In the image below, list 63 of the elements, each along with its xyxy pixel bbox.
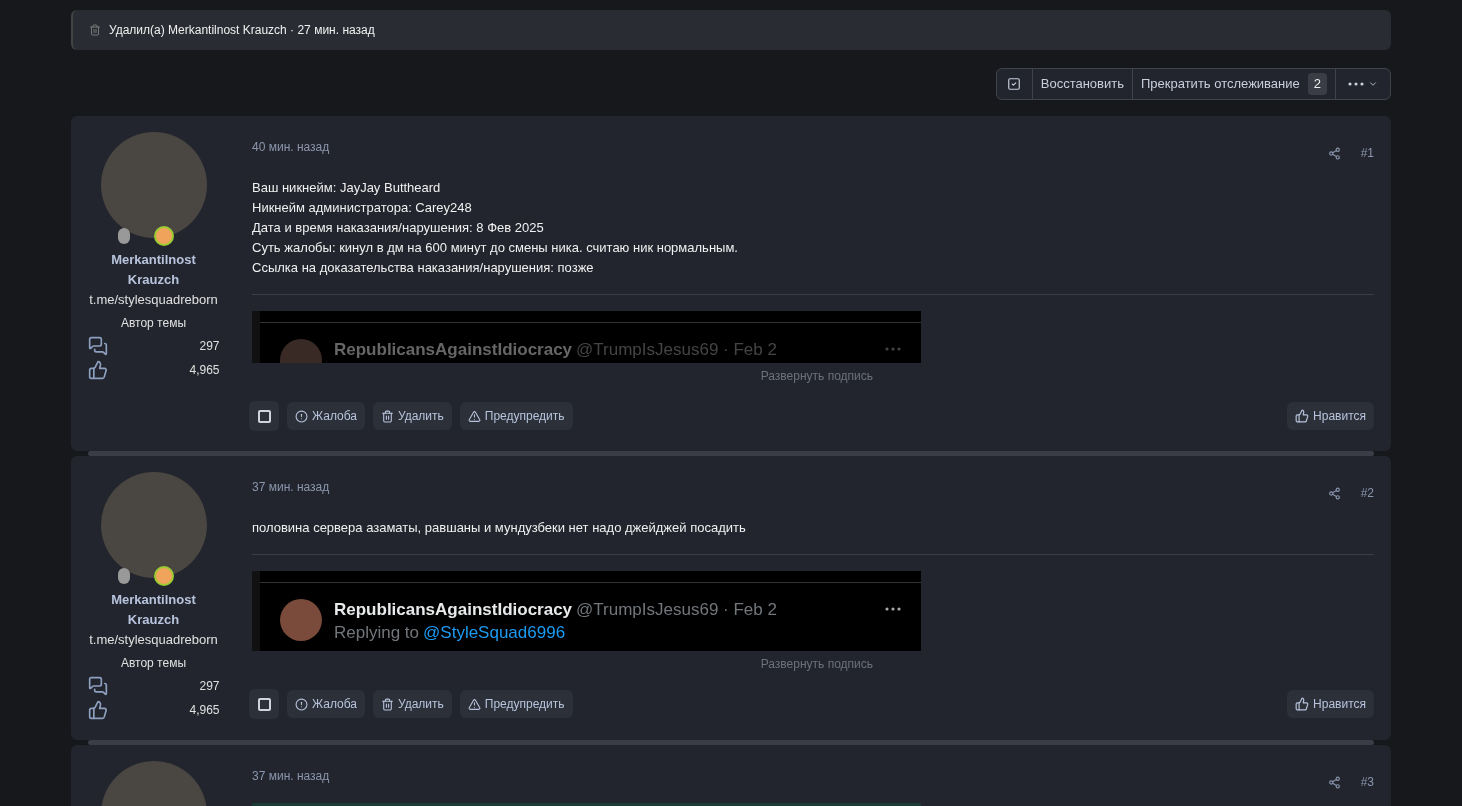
checkbox-icon xyxy=(1007,77,1022,91)
reaction-count: 4,965 xyxy=(189,362,220,379)
username: Merkantilnost Krauzch xyxy=(110,591,197,629)
warning-icon xyxy=(467,409,481,423)
post-number[interactable]: #3 xyxy=(1360,773,1374,791)
caret-icon xyxy=(1368,79,1378,89)
post-text-line: половина сервера азаматы, равшаны и мундузбеки нет надо джейджей посадить xyxy=(252,519,747,537)
post-number[interactable]: #1 xyxy=(1360,144,1374,162)
share-icon[interactable] xyxy=(1327,146,1341,160)
reply-label: Replying to xyxy=(334,622,420,644)
trash-icon xyxy=(381,409,394,423)
watch-count: 2 xyxy=(1307,73,1327,95)
thumbs-up-icon xyxy=(1295,697,1310,711)
unwatch-button[interactable]: Прекратить отслеживание 2 xyxy=(1133,69,1336,99)
post-action-button[interactable]: Предупредить xyxy=(459,402,573,430)
post-action-button[interactable]: Удалить xyxy=(373,402,452,430)
select-checkbox[interactable] xyxy=(257,409,271,423)
tweet-handle: @TrumpIsJesus69 · Feb 2 xyxy=(576,599,777,621)
post-number[interactable]: #2 xyxy=(1360,484,1374,502)
post-action-button[interactable]: Удалить xyxy=(373,690,452,718)
post-time[interactable]: 37 мин. назад xyxy=(252,478,330,496)
like-button[interactable]: Нравится xyxy=(1287,690,1374,718)
restore-button[interactable]: Восстановить xyxy=(1032,69,1133,99)
post-time[interactable]: 37 мин. назад xyxy=(252,767,330,785)
post-action-button[interactable]: Жалоба xyxy=(287,690,365,718)
share-icon[interactable] xyxy=(1327,775,1341,789)
more-icon xyxy=(885,347,901,351)
alert-circle-icon xyxy=(295,409,308,423)
message-count: 297 xyxy=(199,338,220,355)
post-text-line: Никнейм администратора: Carey248 xyxy=(252,199,473,217)
reaction-count: 4,965 xyxy=(189,702,220,719)
messages-icon xyxy=(87,336,108,356)
thread-author-label: Автор темы xyxy=(120,315,187,332)
post-text-line: Ваш никнейм: JayJay Buttheard xyxy=(252,179,442,197)
thumbs-up-icon xyxy=(87,700,108,720)
more-icon xyxy=(1348,82,1364,86)
post-text-line: Дата и время наказания/нарушения: 8 Фев 2025 xyxy=(252,219,545,237)
user-title: t.me/stylesquadreborn xyxy=(89,291,218,309)
post-text-line: Ссылка на доказательства наказания/нарушения: позже xyxy=(252,259,595,277)
post-action-button[interactable]: Жалоба xyxy=(287,402,365,430)
tweet-author: RepublicansAgainstIdiocracy xyxy=(334,339,573,361)
more-icon xyxy=(885,607,901,611)
deleted-notice-text: Удалил(а) Merkantilnost Krauzch · 27 мин. назад xyxy=(109,22,375,39)
post-text-line: Суть жалобы: кинул в дм на 600 минут до смены ника. считаю ник нормальным. xyxy=(252,239,739,257)
thread-author-label: Автор темы xyxy=(120,655,187,672)
thumbs-up-icon xyxy=(87,360,108,380)
alert-circle-icon xyxy=(295,697,308,711)
reply-mention: @StyleSquad6996 xyxy=(423,622,566,644)
username: Merkantilnost Krauzch xyxy=(110,251,197,289)
warning-icon xyxy=(467,697,481,711)
tweet-handle: @TrumpIsJesus69 · Feb 2 xyxy=(576,339,777,361)
messages-icon xyxy=(87,676,108,696)
post-time[interactable]: 40 мин. назад xyxy=(252,138,330,156)
tweet-author: RepublicansAgainstIdiocracy xyxy=(334,599,573,621)
like-button[interactable]: Нравится xyxy=(1287,402,1374,430)
post-action-button[interactable]: Предупредить xyxy=(459,690,573,718)
message-count: 297 xyxy=(199,678,220,695)
trash-icon xyxy=(381,697,394,711)
user-title: t.me/stylesquadreborn xyxy=(89,631,218,649)
select-checkbox[interactable] xyxy=(257,697,271,711)
thumbs-up-icon xyxy=(1295,409,1310,423)
trash-icon xyxy=(89,24,101,36)
share-icon[interactable] xyxy=(1327,486,1341,500)
